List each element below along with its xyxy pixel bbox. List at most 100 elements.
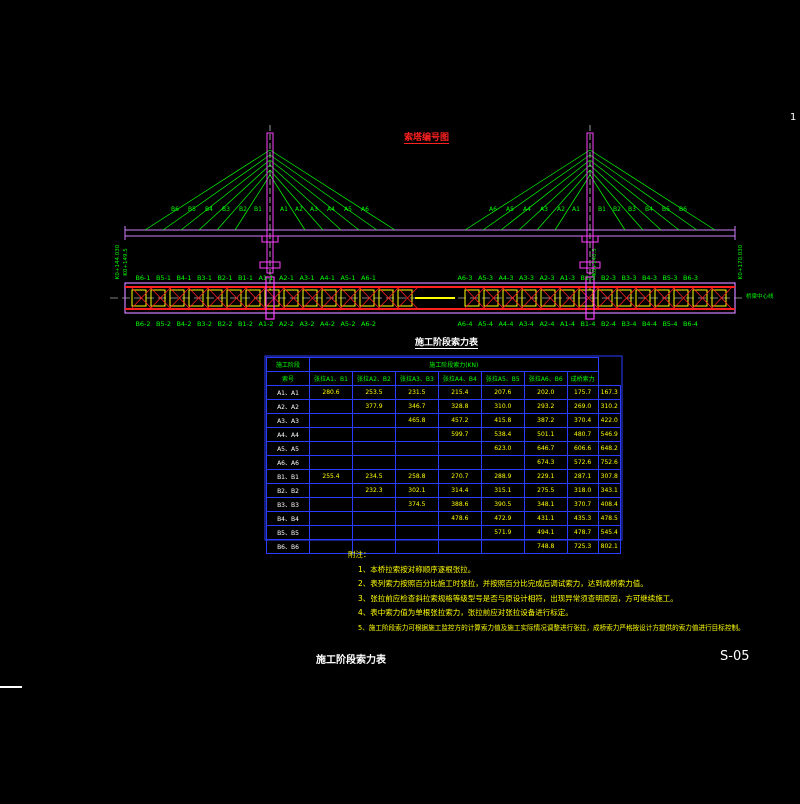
force-cell: 253.5 (351, 385, 396, 400)
force-cell: 465.8 (394, 413, 439, 428)
cable-a (464, 149, 591, 231)
plan-label-bottom: A1-4 (560, 320, 575, 328)
elevation-label: B5 (188, 206, 196, 213)
table-row: A2、A2 377.9 346.7 328.8 310.0 293.2 269.0 310.2 (266, 399, 622, 414)
cable-id-cell: A2、A2 (266, 399, 310, 414)
elevation-label: A2 (295, 206, 303, 213)
cable-id-cell: B1、B1 (266, 469, 310, 484)
table-row: B4、B4 478.6 472.9 431.1 435.3 478.5 (266, 511, 622, 526)
cable-force-table: 施工阶段 施工阶段索力(KN) 索号 张拉A1、B1 张拉A2、B2 张拉A3、B3 张拉A… (266, 357, 622, 554)
force-cell: 572.6 (566, 455, 599, 470)
cable-id-cell: B3、B3 (266, 497, 310, 512)
force-cell: 480.7 (566, 427, 599, 442)
plan-label-top: A3-3 (519, 274, 534, 282)
elevation-label: A6 (361, 206, 369, 213)
elevation-label: A3 (310, 206, 318, 213)
force-cell: 478.5 (597, 511, 622, 526)
force-cell (437, 525, 482, 540)
force-cell: 472.9 (480, 511, 525, 526)
force-cell: 229.1 (523, 469, 568, 484)
cable-b (589, 149, 716, 231)
plan-label-bottom: B2-2 (217, 320, 232, 328)
force-cell: 258.8 (394, 469, 439, 484)
force-cell: 752.6 (597, 455, 622, 470)
elevation-label: A1 (572, 206, 580, 213)
force-cell: 215.4 (437, 385, 482, 400)
force-cell: 606.6 (566, 441, 599, 456)
force-cell: 346.7 (394, 399, 439, 414)
force-cell (394, 441, 439, 456)
force-cell (309, 525, 353, 540)
force-cell: 234.5 (351, 469, 396, 484)
force-cell (351, 413, 396, 428)
plan-label-top: A5-3 (478, 274, 493, 282)
column-header: 张拉A3、B3 (394, 371, 439, 386)
table-row: A4、A4 599.7 538.4 501.1 480.7 546.9 (266, 427, 622, 442)
plan-label-bottom: A2-2 (279, 320, 294, 328)
table-row: A3、A3 465.8 457.2 415.8 387.2 370.4 422.0 (266, 413, 622, 428)
table-header-row: 施工阶段 施工阶段索力(KN) (266, 357, 621, 372)
plan-label-bottom: A4-2 (320, 320, 335, 328)
force-cell: 314.4 (437, 483, 482, 498)
plan-label-bottom: B1-4 (580, 320, 595, 328)
cable-id-cell: A1、A1 (266, 385, 310, 400)
force-cell: 545.4 (597, 525, 622, 540)
force-cell: 207.6 (480, 385, 525, 400)
force-cell: 302.1 (394, 483, 439, 498)
force-cell (309, 497, 353, 512)
cable-a (269, 154, 378, 231)
force-cell: 387.2 (523, 413, 568, 428)
plan-label-bottom: B5-2 (156, 320, 171, 328)
force-cell: 175.7 (566, 385, 599, 400)
cable-a (500, 159, 591, 231)
corner-mark (0, 686, 22, 688)
plan-label-bottom: B5-4 (662, 320, 677, 328)
plan-label-top: B5-3 (662, 274, 677, 282)
force-cell: 232.3 (351, 483, 396, 498)
drawing-title: 施工阶段索力表 (316, 655, 386, 666)
note-2: 2、表列索力按照百分比施工时张拉，并按照百分比完成后调试索力，达到成桥索力值。 (358, 579, 648, 588)
page-mark: 1 (790, 112, 797, 123)
force-cell (309, 483, 353, 498)
note-4: 4、表中索力值为单根张拉索力，张拉前应对张拉设备进行标定。 (358, 608, 573, 617)
elevation-label: A3 (540, 206, 548, 213)
note-5: 5、施工阶段索力可根据施工监控方的计算索力值及施工实际情况调整进行张拉，成桥索力… (358, 623, 745, 632)
elevation-label: A4 (327, 206, 335, 213)
force-cell: 293.2 (523, 399, 568, 414)
force-cell (309, 441, 353, 456)
force-cell: 377.9 (351, 399, 396, 414)
cable-id-cell: B6、B6 (266, 539, 310, 554)
cable-numbering-title: 索塔编号图 (404, 130, 450, 144)
plan-label-bottom: A1-2 (258, 320, 273, 328)
force-cell (351, 455, 396, 470)
plan-label-top: A2-3 (539, 274, 554, 282)
elevation-label: B5 (662, 206, 670, 213)
force-cell (309, 539, 353, 554)
column-header: 张拉A4、B4 (437, 371, 482, 386)
force-cell (351, 427, 396, 442)
force-cell: 370.4 (566, 413, 599, 428)
force-cell (309, 455, 353, 470)
force-cell: 457.2 (437, 413, 482, 428)
plan-label-top: B2-3 (601, 274, 616, 282)
force-cell: 546.9 (597, 427, 622, 442)
force-cell (351, 441, 396, 456)
table-row: B2、B2 232.3 302.1 314.4 315.1 275.5 318.0 343.1 (266, 483, 622, 498)
force-cell: 571.9 (480, 525, 525, 540)
plan-label-bottom: A6-4 (457, 320, 472, 328)
cable-id-cell: B2、B2 (266, 483, 310, 498)
plan-label-bottom: A2-4 (539, 320, 554, 328)
column-header: 张拉A6、B6 (523, 371, 568, 386)
plan-label-bottom: A3-4 (519, 320, 534, 328)
force-table-title: 施工阶段索力表 (415, 335, 479, 349)
force-cell: 287.1 (566, 469, 599, 484)
elevation-label: B3 (222, 206, 230, 213)
force-cell: 167.3 (597, 385, 622, 400)
plan-label-top: A6-3 (457, 274, 472, 282)
force-cell: 370.7 (566, 497, 599, 512)
force-cell: 478.6 (437, 511, 482, 526)
station-label: K0+144.030 (115, 244, 121, 279)
cable-b (589, 159, 680, 231)
force-cell (309, 413, 353, 428)
force-cell (394, 455, 439, 470)
